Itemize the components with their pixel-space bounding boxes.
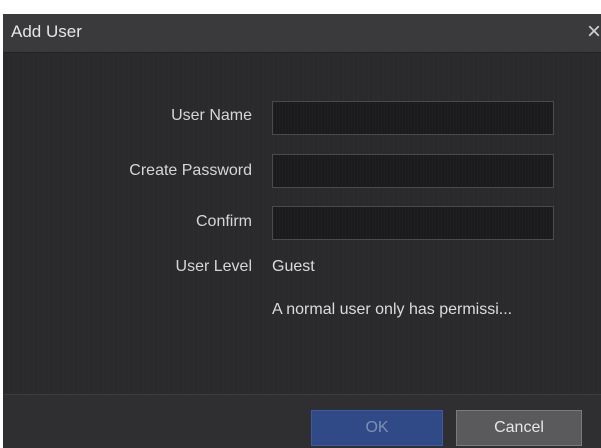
user-level-label: User Level	[175, 258, 252, 275]
dialog-titlebar: Add User ×	[3, 14, 601, 53]
close-icon[interactable]: ×	[587, 20, 601, 44]
dialog-body: User Name Create Password Confirm User L…	[3, 53, 601, 394]
user-name-input[interactable]	[272, 101, 554, 135]
user-level-description: A normal user only has permissi...	[272, 301, 513, 318]
confirm-password-input[interactable]	[272, 206, 554, 240]
user-name-label: User Name	[171, 107, 252, 124]
cropped-caption-strip	[0, 0, 601, 14]
create-password-label: Create Password	[129, 162, 252, 179]
dialog-footer: OK Cancel	[3, 394, 601, 448]
user-level-value[interactable]: Guest	[272, 258, 315, 276]
ok-button[interactable]: OK	[311, 410, 443, 446]
cancel-button[interactable]: Cancel	[456, 410, 582, 446]
dialog-title: Add User	[11, 22, 82, 41]
confirm-password-label: Confirm	[195, 213, 252, 230]
add-user-dialog: Add User × User Name Create Password Con…	[3, 14, 601, 448]
create-password-input[interactable]	[272, 154, 554, 188]
